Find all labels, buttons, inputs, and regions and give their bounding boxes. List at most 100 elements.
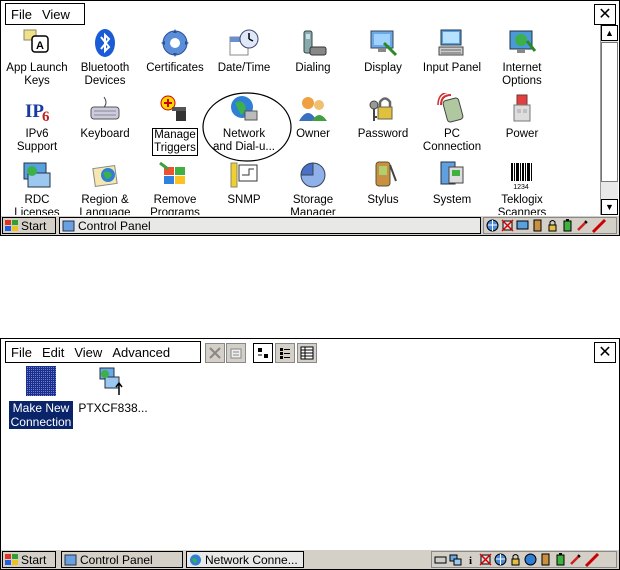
region-language-icon (92, 164, 118, 188)
cp-item-date-time[interactable]: Date/Time (209, 27, 279, 75)
stylus-icon (375, 161, 397, 187)
cp-item-remove-programs[interactable]: Remove Programs (140, 159, 210, 215)
dialing-icon (303, 30, 327, 56)
menu-file[interactable]: File (6, 345, 37, 360)
scanner-tray-icon[interactable] (539, 553, 552, 566)
display-icon (370, 30, 398, 57)
scroll-down-arrow-icon[interactable]: ▼ (601, 199, 618, 215)
network-connection-tray-icon[interactable] (449, 553, 462, 566)
cp-item-label: Region & Language (79, 194, 131, 215)
delete-button[interactable] (205, 343, 225, 363)
system-tray (483, 217, 617, 234)
cp-item-label: SNMP (227, 194, 261, 206)
close-icon: ✕ (598, 343, 612, 361)
cp-item-password[interactable]: Password (348, 93, 418, 141)
cp-item-label: Manage Triggers (152, 128, 198, 156)
cp-item-label: Remove Programs (150, 194, 200, 215)
cp-item-label: Teklogix Scanners (497, 194, 547, 215)
scanner-tray-icon[interactable] (531, 219, 544, 232)
cp-item-rdc-licenses[interactable]: RDC Licenses (2, 159, 72, 215)
cp-item-power[interactable]: Power (487, 93, 557, 141)
battery-icon[interactable] (554, 553, 567, 566)
cp-item-keyboard[interactable]: Keyboard (70, 93, 140, 141)
cp-item-owner[interactable]: Owner (278, 93, 348, 141)
cp-item-label: Owner (296, 128, 330, 140)
lock-icon[interactable] (509, 553, 522, 566)
info-icon[interactable]: i (464, 553, 477, 566)
cp-item-label: Certificates (146, 62, 204, 74)
cp-item-certificates[interactable]: Certificates (140, 27, 210, 75)
cp-item-internet-options[interactable]: Internet Options (487, 27, 557, 88)
cp-item-system[interactable]: System (417, 159, 487, 207)
menu-advanced[interactable]: Advanced (107, 345, 175, 360)
cp-item-manage-triggers[interactable]: Manage Triggers (140, 93, 210, 156)
network-connection-item[interactable]: PTXCF838... (77, 365, 149, 415)
cp-item-teklogix-scanners[interactable]: 1234 Teklogix Scanners (487, 159, 557, 215)
stylus-tray-icon[interactable] (591, 218, 607, 234)
scroll-up-arrow-icon[interactable]: ▲ (601, 25, 618, 41)
stylus-tray-icon[interactable] (584, 552, 600, 568)
properties-icon (230, 348, 242, 359)
wireless-off-icon[interactable] (501, 219, 514, 232)
certificates-icon (161, 29, 189, 57)
make-new-connection-icon (26, 366, 56, 396)
battery-icon[interactable] (561, 219, 574, 232)
start-button[interactable]: Start (2, 551, 56, 568)
menu-group: File Edit View Advanced (5, 341, 201, 363)
cp-item-stylus[interactable]: Stylus (348, 159, 418, 207)
ipv6-icon: IP6 (25, 101, 50, 125)
cp-item-label: Date/Time (217, 62, 271, 74)
cp-item-label: RDC Licenses (14, 194, 60, 215)
taskbar-window-label: Network Conne... (205, 552, 298, 567)
make-new-connection-item[interactable]: Make New Connection (6, 365, 76, 430)
cp-item-label: IPv6 Support (16, 128, 58, 153)
network-status-icon[interactable] (486, 219, 499, 232)
control-panel-window: File View ✕ A App Launch Keys Bluetooth … (0, 0, 620, 236)
taskbar-window-control-panel[interactable]: Control Panel (59, 217, 481, 234)
cp-item-label: Internet Options (502, 62, 542, 87)
app-launch-keys-icon: A (23, 29, 49, 53)
svg-text:i: i (469, 555, 472, 566)
keyboard-tray-icon[interactable] (434, 553, 447, 566)
vertical-scrollbar[interactable]: ▲ ▼ (600, 25, 618, 215)
cp-item-network-dialup[interactable]: Network and Dial-u... (209, 93, 279, 154)
menu-view[interactable]: View (37, 7, 75, 22)
menu-edit[interactable]: Edit (37, 345, 69, 360)
globe-tray-icon[interactable] (524, 553, 537, 566)
cp-item-label: Stylus (367, 194, 399, 206)
power-plug-icon[interactable] (576, 219, 589, 232)
cp-item-app-launch-keys[interactable]: A App Launch Keys (2, 27, 72, 88)
svg-text:1234: 1234 (513, 184, 529, 191)
large-icons-view-button[interactable] (253, 343, 273, 363)
close-button[interactable]: ✕ (594, 4, 616, 25)
cp-item-dialing[interactable]: Dialing (278, 27, 348, 75)
display-tray-icon[interactable] (516, 219, 529, 232)
details-view-icon (300, 346, 314, 360)
snmp-icon (230, 162, 258, 188)
taskbar-window-control-panel[interactable]: Control Panel (61, 551, 183, 568)
cp-item-pc-connection[interactable]: PC Connection (417, 93, 487, 154)
taskbar-window-network-connections[interactable]: Network Conne... (186, 551, 304, 568)
cp-item-ipv6[interactable]: IP 6 IPv6 Support (2, 93, 72, 154)
scroll-thumb[interactable] (601, 42, 618, 182)
list-view-button[interactable] (275, 343, 295, 363)
menu-bar: File Edit View Advanced (3, 341, 617, 363)
lock-icon[interactable] (546, 219, 559, 232)
start-button[interactable]: Start (2, 217, 56, 234)
wireless-off-icon[interactable] (479, 553, 492, 566)
cp-item-storage-manager[interactable]: Storage Manager (278, 159, 348, 215)
menu-view[interactable]: View (69, 345, 107, 360)
cp-item-input-panel[interactable]: Input Panel (417, 27, 487, 75)
properties-button[interactable] (226, 343, 246, 363)
power-plug-icon[interactable] (569, 553, 582, 566)
cp-item-label: App Launch Keys (6, 62, 68, 87)
cp-item-snmp[interactable]: SNMP (209, 159, 279, 207)
network-status-icon[interactable] (494, 553, 507, 566)
details-view-button[interactable] (297, 343, 317, 363)
menu-file[interactable]: File (6, 7, 37, 22)
close-button[interactable]: ✕ (594, 342, 616, 363)
taskbar: Start Control Panel (1, 215, 619, 235)
cp-item-bluetooth[interactable]: Bluetooth Devices (70, 27, 140, 88)
cp-item-display[interactable]: Display (348, 27, 418, 75)
cp-item-region-language[interactable]: Region & Language (70, 159, 140, 215)
